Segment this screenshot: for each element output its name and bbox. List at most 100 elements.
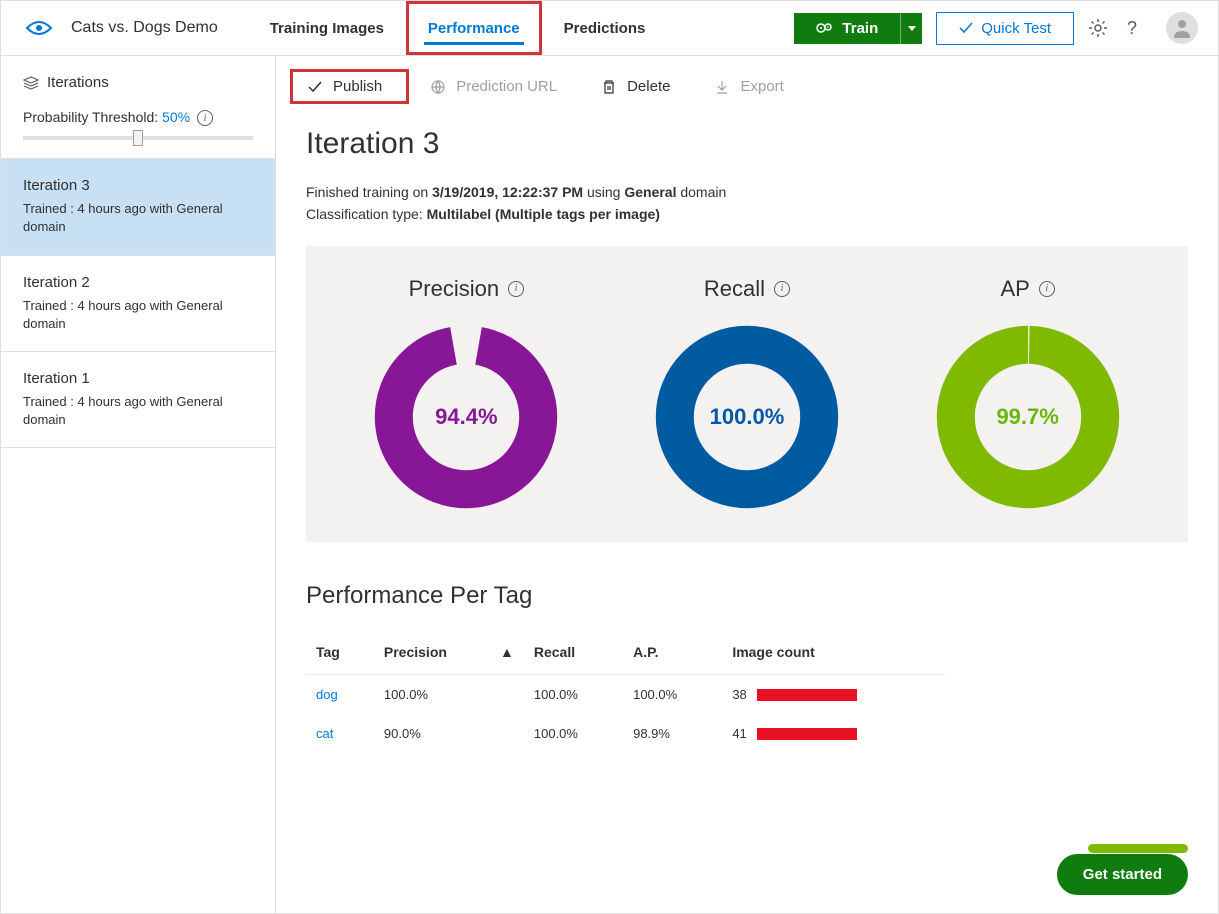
tab-predictions[interactable]: Predictions — [542, 1, 668, 55]
count-value: 38 — [732, 687, 746, 702]
check-icon — [959, 22, 973, 34]
svg-text:?: ? — [1127, 18, 1137, 38]
col-precision-label: Precision — [384, 644, 447, 660]
settings-gear-icon[interactable] — [1088, 18, 1108, 38]
help-icon[interactable]: ? — [1122, 18, 1142, 38]
export-button: Export — [692, 70, 805, 103]
train-dropdown-button[interactable] — [900, 13, 922, 44]
globe-icon — [430, 79, 446, 95]
slider-thumb[interactable] — [133, 130, 143, 146]
quick-test-label: Quick Test — [981, 20, 1051, 37]
per-tag-table: Tag Precision ▲ Recall A.P. Image count d… — [306, 630, 946, 753]
cell-count: 41 — [722, 714, 946, 753]
download-icon — [714, 79, 730, 95]
app-header: Cats vs. Dogs Demo Training Images Perfo… — [1, 1, 1218, 56]
stack-icon — [23, 76, 39, 90]
export-label: Export — [740, 78, 783, 95]
table-row: dog 100.0% 100.0% 100.0% 38 — [306, 674, 946, 714]
cell-precision: 100.0% — [374, 674, 524, 714]
iteration-subtitle: Trained : 4 hours ago with General domai… — [23, 200, 253, 236]
prediction-url-button: Prediction URL — [408, 70, 579, 103]
header-actions: Train Quick Test ? — [794, 12, 1208, 45]
cell-ap: 100.0% — [623, 674, 722, 714]
tab-performance[interactable]: Performance — [406, 1, 542, 55]
meta-prefix: Finished training on — [306, 184, 432, 200]
col-count[interactable]: Image count — [722, 630, 946, 675]
train-button-group: Train — [794, 13, 922, 44]
count-bar-icon — [757, 689, 857, 701]
count-bar-icon — [757, 728, 857, 740]
ap-value: 99.7% — [933, 322, 1123, 512]
recall-label: Recall — [704, 276, 765, 302]
col-tag[interactable]: Tag — [306, 630, 374, 675]
count-value: 41 — [732, 726, 746, 741]
main-content: Publish Prediction URL Delete Export Ite… — [276, 56, 1218, 913]
class-type: Multilabel (Multiple tags per image) — [427, 206, 660, 222]
gears-icon — [816, 21, 834, 35]
cell-ap: 98.9% — [623, 714, 722, 753]
tab-training-images[interactable]: Training Images — [248, 1, 406, 55]
iteration-title: Iteration 2 — [23, 274, 253, 291]
class-prefix: Classification type: — [306, 206, 427, 222]
train-button[interactable]: Train — [794, 13, 900, 44]
meta-mid: using — [583, 184, 624, 200]
precision-label: Precision — [409, 276, 499, 302]
caret-down-icon — [908, 26, 916, 31]
cell-recall: 100.0% — [524, 674, 623, 714]
cell-recall: 100.0% — [524, 714, 623, 753]
col-recall[interactable]: Recall — [524, 630, 623, 675]
delete-button[interactable]: Delete — [579, 70, 692, 103]
trash-icon — [601, 79, 617, 95]
main-tabs: Training Images Performance Predictions — [248, 1, 668, 55]
iteration-title: Iteration 1 — [23, 370, 253, 387]
metric-precision: Precision i 94.4% — [371, 276, 561, 512]
metrics-panel: Precisioni 94.4% Recalli — [306, 246, 1188, 542]
get-started-button[interactable]: Get started — [1057, 854, 1188, 895]
info-icon[interactable]: i — [508, 281, 524, 297]
tag-link[interactable]: cat — [316, 726, 333, 741]
threshold-slider[interactable] — [23, 136, 253, 140]
table-row: cat 90.0% 100.0% 98.9% 41 — [306, 714, 946, 753]
cell-precision: 90.0% — [374, 714, 524, 753]
iteration-subtitle: Trained : 4 hours ago with General domai… — [23, 297, 253, 333]
iteration-title: Iteration 3 — [23, 177, 253, 194]
check-icon — [307, 79, 323, 95]
prediction-url-label: Prediction URL — [456, 78, 557, 95]
precision-value: 94.4% — [371, 322, 561, 512]
meta-date: 3/19/2019, 12:22:37 PM — [432, 184, 583, 200]
iteration-subtitle: Trained : 4 hours ago with General domai… — [23, 393, 253, 429]
threshold-value: 50% — [162, 109, 190, 125]
user-avatar[interactable] — [1166, 12, 1198, 44]
publish-button[interactable]: Publish — [291, 70, 408, 103]
metric-recall: Recalli 100.0% — [652, 276, 842, 512]
info-icon[interactable]: i — [197, 110, 213, 126]
train-button-label: Train — [842, 20, 878, 37]
iteration-item[interactable]: Iteration 1 Trained : 4 hours ago with G… — [1, 352, 275, 448]
cell-count: 38 — [722, 674, 946, 714]
col-precision[interactable]: Precision ▲ — [374, 630, 524, 675]
iteration-toolbar: Publish Prediction URL Delete Export — [276, 56, 1218, 117]
meta-domain: General — [624, 184, 676, 200]
col-ap[interactable]: A.P. — [623, 630, 722, 675]
quick-test-button[interactable]: Quick Test — [936, 12, 1074, 45]
info-icon[interactable]: i — [1039, 281, 1055, 297]
iteration-item[interactable]: Iteration 2 Trained : 4 hours ago with G… — [1, 256, 275, 352]
custom-vision-logo-icon — [25, 18, 53, 38]
iteration-heading: Iteration 3 — [306, 127, 1188, 161]
delete-label: Delete — [627, 78, 670, 95]
recall-value: 100.0% — [652, 322, 842, 512]
sort-asc-icon: ▲ — [500, 644, 514, 660]
chat-indicator-icon — [1088, 844, 1188, 853]
meta-suffix: domain — [676, 184, 726, 200]
iteration-item[interactable]: Iteration 3 Trained : 4 hours ago with G… — [1, 159, 275, 255]
tag-link[interactable]: dog — [316, 687, 338, 702]
sidebar-title: Iterations — [47, 74, 109, 91]
sidebar-header: Iterations — [1, 56, 275, 99]
info-icon[interactable]: i — [774, 281, 790, 297]
metric-ap: APi 99.7% — [933, 276, 1123, 512]
iterations-sidebar: Iterations Probability Threshold: 50% i … — [1, 56, 276, 913]
threshold-label: Probability Threshold: — [23, 109, 162, 125]
iteration-meta: Finished training on 3/19/2019, 12:22:37… — [306, 181, 1188, 226]
probability-threshold: Probability Threshold: 50% i — [1, 99, 275, 159]
per-tag-heading: Performance Per Tag — [306, 582, 1188, 610]
